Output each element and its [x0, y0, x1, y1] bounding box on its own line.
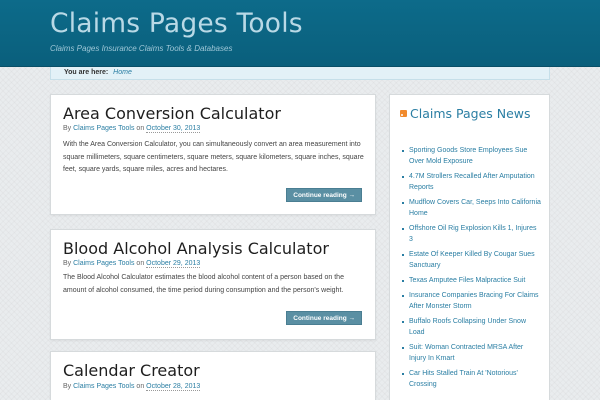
post-meta-by: By [63, 383, 72, 390]
post-card: Blood Alcohol Analysis Calculator By Cla… [50, 229, 376, 340]
news-link[interactable]: Mudflow Covers Car, Seeps Into Californi… [402, 197, 542, 219]
post-meta: By Claims Pages Tools on October 29, 201… [63, 260, 201, 268]
post-date: October 28, 2013 [146, 383, 201, 391]
post-date: October 29, 2013 [146, 260, 201, 268]
post-card: Area Conversion Calculator By Claims Pag… [50, 94, 376, 215]
post-excerpt: The Blood Alcohol Calculator estimates t… [63, 274, 344, 294]
post-meta: By Claims Pages Tools on October 28, 201… [63, 383, 201, 391]
breadcrumb-label: You are here: [64, 69, 109, 76]
post-excerpt: With the Area Conversion Calculator, you… [63, 141, 364, 173]
post-meta-by: By [63, 260, 72, 267]
post-author-link[interactable]: Claims Pages Tools [73, 383, 134, 390]
news-link[interactable]: Insurance Companies Bracing For Claims A… [402, 290, 542, 312]
post-meta-on: on [136, 383, 145, 390]
site-title[interactable]: Claims Pages Tools [50, 8, 303, 39]
news-link[interactable]: Estate Of Keeper Killed By Cougar Sues S… [402, 249, 542, 271]
post-date: October 30, 2013 [146, 125, 201, 133]
sidebar-news-widget: Claims Pages News Sporting Goods Store E… [389, 94, 550, 400]
news-link[interactable]: Car Hits Stalled Train At 'Notorious' Cr… [402, 368, 542, 390]
continue-reading-button[interactable]: Continue reading → [286, 188, 362, 202]
continue-reading-button[interactable]: Continue reading → [286, 311, 362, 325]
rss-icon[interactable] [400, 110, 407, 117]
news-widget-title-text[interactable]: Claims Pages News [410, 106, 531, 121]
news-link[interactable]: Suit: Woman Contracted MRSA After Injury… [402, 342, 542, 364]
breadcrumb: You are here: Home [50, 67, 550, 80]
post-card: Calendar Creator By Claims Pages Tools o… [50, 351, 376, 400]
news-link[interactable]: Offshore Oil Rig Explosion Kills 1, Inju… [402, 223, 542, 245]
post-author-link[interactable]: Claims Pages Tools [73, 260, 134, 267]
post-meta-by: By [63, 125, 72, 132]
news-list: Sporting Goods Store Employees Sue Over … [402, 145, 542, 394]
news-widget-title[interactable]: Claims Pages News [400, 107, 545, 121]
news-link[interactable]: 4.7M Strollers Recalled After Amputation… [402, 171, 542, 193]
post-title[interactable]: Blood Alcohol Analysis Calculator [63, 239, 329, 258]
news-link[interactable]: Texas Amputee Files Malpractice Suit [402, 275, 542, 286]
post-meta: By Claims Pages Tools on October 30, 201… [63, 125, 201, 133]
post-author-link[interactable]: Claims Pages Tools [73, 125, 134, 132]
post-meta-on: on [136, 125, 145, 132]
breadcrumb-home-link[interactable]: Home [113, 69, 132, 76]
news-link[interactable]: Sporting Goods Store Employees Sue Over … [402, 145, 542, 167]
post-title[interactable]: Area Conversion Calculator [63, 104, 281, 123]
news-link[interactable]: Buffalo Roofs Collapsing Under Snow Load [402, 316, 542, 338]
post-title[interactable]: Calendar Creator [63, 361, 200, 380]
site-header: Claims Pages Tools Claims Pages Insuranc… [0, 0, 600, 67]
site-description: Claims Pages Insurance Claims Tools & Da… [50, 44, 233, 53]
post-meta-on: on [136, 260, 145, 267]
